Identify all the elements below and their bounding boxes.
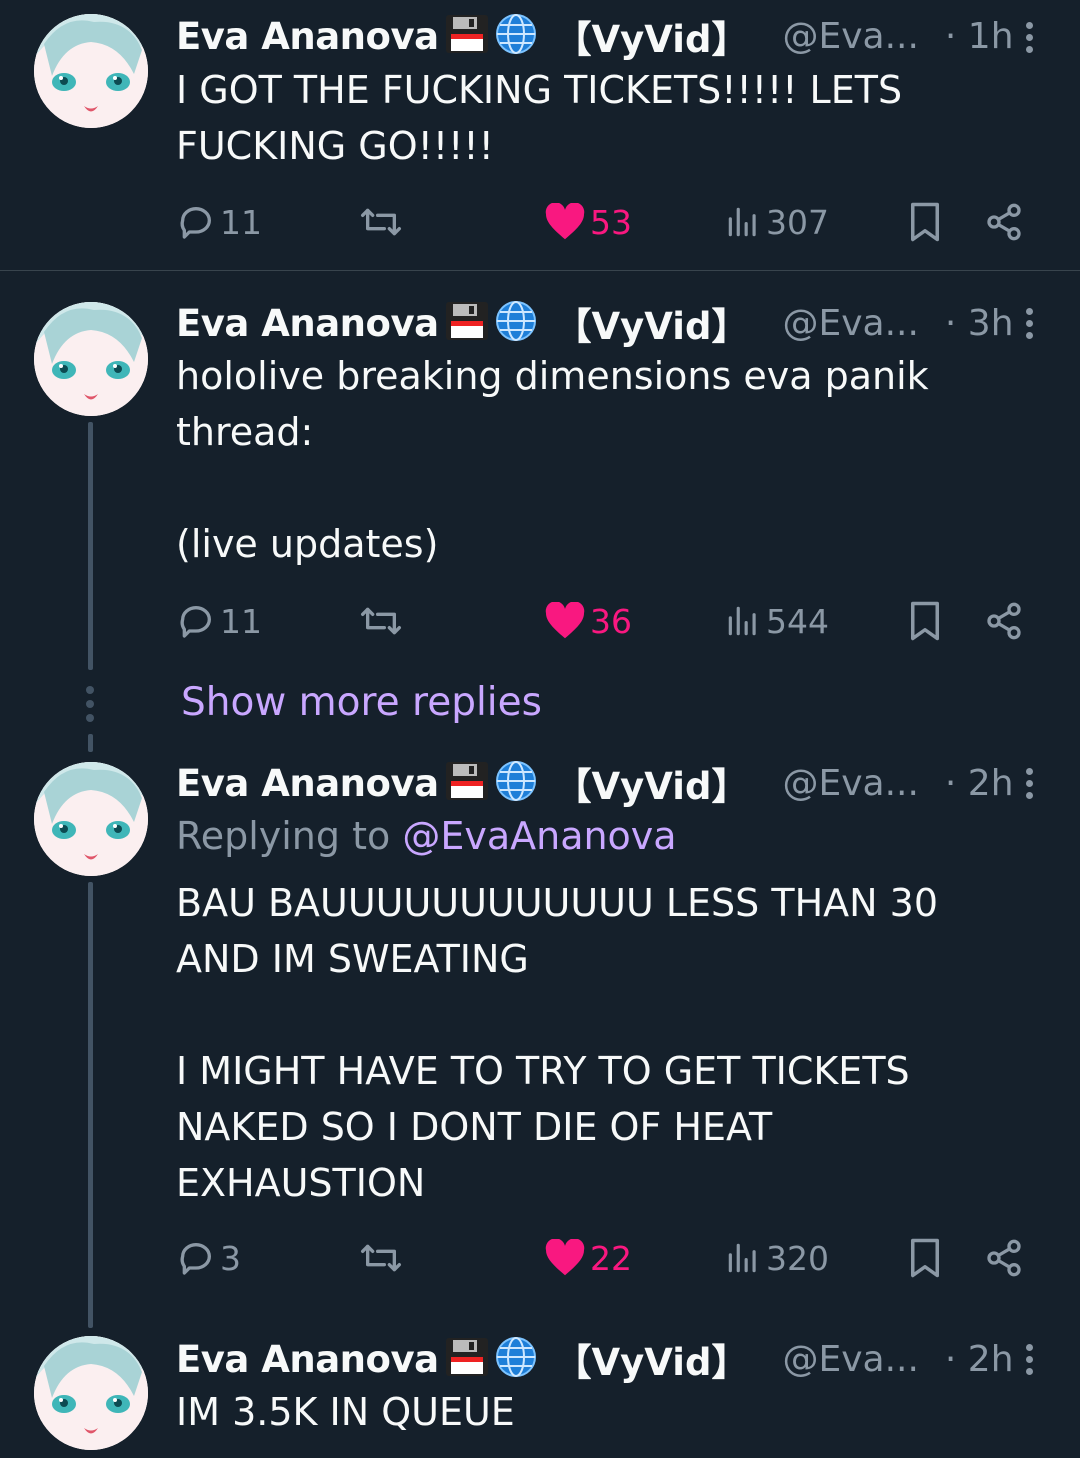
- avatar-image: [34, 1336, 148, 1450]
- share-icon: [987, 602, 1021, 640]
- reply-icon: [180, 207, 211, 239]
- handle[interactable]: @Eva...: [782, 763, 918, 804]
- more-options-icon[interactable]: [1024, 1344, 1034, 1378]
- share-icon: [987, 203, 1021, 241]
- avatar-image: [34, 762, 148, 876]
- action-bar: 3 22 320: [176, 1234, 1080, 1282]
- more-options-icon[interactable]: [1024, 308, 1034, 342]
- tweet[interactable]: Eva Ananova 【VyVid】 @Eva... · 2h IM 3.5K…: [0, 1326, 1080, 1458]
- retweet-button[interactable]: [358, 198, 404, 246]
- share-button[interactable]: [984, 1234, 1024, 1282]
- floppy-disk-icon: [445, 761, 489, 805]
- retweet-icon: [360, 208, 401, 236]
- like-count: 53: [590, 202, 632, 242]
- globe-icon: [495, 13, 537, 59]
- reply-button[interactable]: 11: [176, 597, 262, 645]
- floppy-disk-icon: [445, 1337, 489, 1381]
- share-icon: [987, 1239, 1021, 1277]
- globe-icon: [495, 300, 537, 346]
- name-tag: 【VyVid】: [554, 18, 749, 61]
- share-button[interactable]: [984, 198, 1024, 246]
- reply-icon: [180, 1243, 211, 1275]
- globe-icon: [495, 1336, 537, 1382]
- view-count: 544: [766, 601, 829, 641]
- reply-button[interactable]: 11: [176, 198, 262, 246]
- tweet-text: BAU BAUUUUUUUUUUUU LESS THAN 30 AND IM S…: [176, 881, 939, 1205]
- avatar[interactable]: [34, 302, 148, 416]
- handle[interactable]: @Eva...: [782, 16, 918, 57]
- views-icon: [728, 606, 756, 636]
- like-count: 36: [590, 601, 632, 641]
- show-more-replies-link[interactable]: Show more replies: [181, 680, 542, 725]
- more-options-icon[interactable]: [1024, 768, 1034, 802]
- name-tag: 【VyVid】: [554, 765, 749, 808]
- replying-to: Replying to @EvaAnanova: [176, 814, 677, 858]
- reply-icon: [180, 606, 211, 638]
- view-count: 307: [766, 202, 829, 242]
- floppy-disk-icon: [445, 301, 489, 345]
- globe-icon: [495, 760, 537, 806]
- floppy-disk-icon: [445, 14, 489, 58]
- views-icon: [728, 1243, 756, 1273]
- timestamp[interactable]: · 2h: [945, 763, 1014, 804]
- avatar[interactable]: [34, 1336, 148, 1450]
- views-button[interactable]: 544: [724, 597, 829, 645]
- views-button[interactable]: 320: [724, 1234, 829, 1282]
- tweet[interactable]: Eva Ananova 【VyVid】 @Eva... · 3h hololiv…: [0, 290, 1080, 670]
- display-name[interactable]: Eva Ananova: [176, 15, 439, 58]
- timestamp[interactable]: · 3h: [945, 303, 1014, 344]
- display-name[interactable]: Eva Ananova: [176, 762, 439, 805]
- like-button[interactable]: 53: [544, 198, 632, 246]
- reply-button[interactable]: 3: [176, 1234, 241, 1282]
- like-button[interactable]: 22: [544, 1234, 632, 1282]
- timestamp[interactable]: · 2h: [945, 1339, 1014, 1380]
- tweet[interactable]: Eva Ananova 【VyVid】 @Eva... · 1h I GOT T…: [0, 0, 1080, 270]
- name-tag: 【VyVid】: [554, 305, 749, 348]
- bookmark-icon: [911, 1238, 939, 1278]
- replying-to-label: Replying to: [176, 814, 391, 858]
- heart-icon: [545, 203, 585, 240]
- share-button[interactable]: [984, 597, 1024, 645]
- views-button[interactable]: 307: [724, 198, 829, 246]
- name-tag: 【VyVid】: [554, 1341, 749, 1384]
- avatar-image: [34, 14, 148, 128]
- display-name[interactable]: Eva Ananova: [176, 1338, 439, 1381]
- bookmark-button[interactable]: [906, 198, 944, 246]
- reply-count: 3: [220, 1238, 241, 1278]
- divider: [0, 270, 1080, 271]
- heart-icon: [545, 602, 585, 639]
- timestamp[interactable]: · 1h: [945, 16, 1014, 57]
- retweet-button[interactable]: [358, 597, 404, 645]
- tweet[interactable]: Eva Ananova 【VyVid】 @Eva... · 2h Replyin…: [0, 750, 1080, 1330]
- bookmark-button[interactable]: [906, 597, 944, 645]
- like-button[interactable]: 36: [544, 597, 632, 645]
- handle[interactable]: @Eva...: [782, 303, 918, 344]
- handle[interactable]: @Eva...: [782, 1339, 918, 1380]
- action-bar: 11 36 544: [176, 597, 1080, 645]
- bookmark-icon: [911, 601, 939, 641]
- view-count: 320: [766, 1238, 829, 1278]
- retweet-icon: [360, 1244, 401, 1272]
- views-icon: [728, 207, 756, 237]
- avatar[interactable]: [34, 762, 148, 876]
- retweet-button[interactable]: [358, 1234, 404, 1282]
- avatar[interactable]: [34, 14, 148, 128]
- retweet-icon: [360, 607, 401, 635]
- action-bar: 11 53 307: [176, 198, 1080, 246]
- display-name[interactable]: Eva Ananova: [176, 302, 439, 345]
- reply-count: 11: [220, 202, 262, 242]
- tweet-text: IM 3.5K IN QUEUE: [176, 1390, 515, 1434]
- bookmark-icon: [911, 202, 939, 242]
- bookmark-button[interactable]: [906, 1234, 944, 1282]
- tweet-text: I GOT THE FUCKING TICKETS!!!!! LETS FUCK…: [176, 68, 903, 168]
- heart-icon: [545, 1239, 585, 1276]
- more-options-icon[interactable]: [1024, 22, 1034, 56]
- avatar-image: [34, 302, 148, 416]
- mention-link[interactable]: @EvaAnanova: [402, 814, 676, 858]
- like-count: 22: [590, 1238, 632, 1278]
- tweet-text: hololive breaking dimensions eva panik t…: [176, 354, 929, 566]
- thread-dots: [86, 686, 94, 728]
- reply-count: 11: [220, 601, 262, 641]
